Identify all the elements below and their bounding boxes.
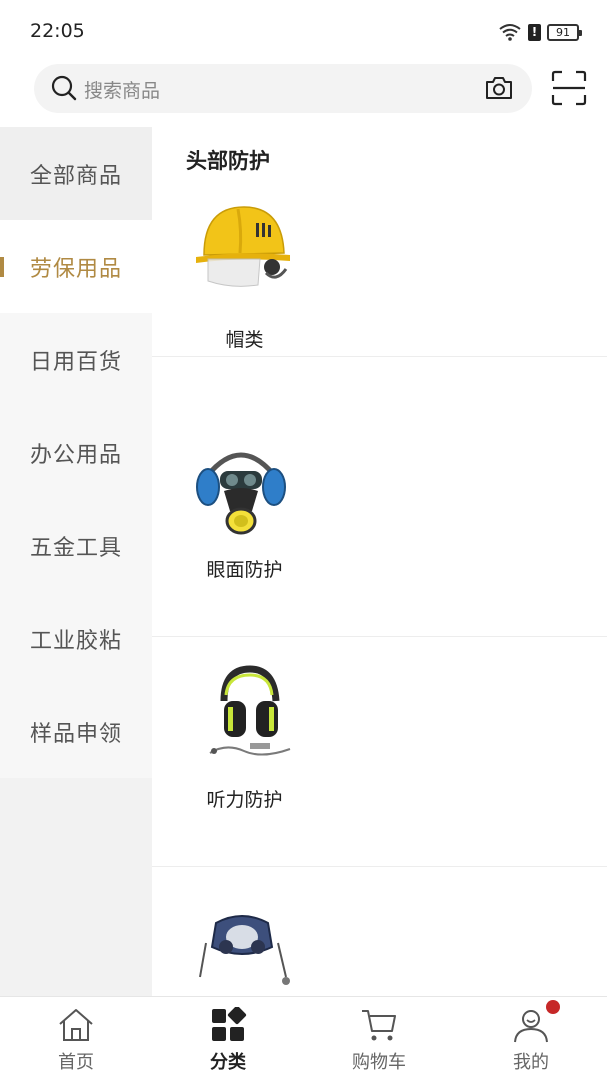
battery-icon: 91 <box>547 23 582 41</box>
scan-icon[interactable] <box>551 70 587 106</box>
tab-category[interactable]: 分类 <box>152 997 304 1080</box>
category-icon <box>212 1007 247 1041</box>
sidebar-item-label: 工业胶粘 <box>29 628 122 654</box>
profile-icon <box>514 1010 548 1043</box>
status-time: 22:05 <box>30 20 85 42</box>
category-sidebar: 全部商品 劳保用品 日用百货 办公用品 五金工具 工业胶粘 样品申领 <box>0 127 152 996</box>
bottom-tab-bar: 首页 分类 购物车 我的 <box>0 996 607 1080</box>
sidebar-item-daily-goods[interactable]: 日用百货 <box>0 313 152 406</box>
camera-icon[interactable] <box>484 75 514 101</box>
notification-badge <box>546 1000 560 1014</box>
respirator-mask-image <box>196 452 286 535</box>
safety-helmet-image <box>196 206 290 287</box>
sidebar-item-hardware[interactable]: 五金工具 <box>0 499 152 592</box>
sidebar-item-label: 劳保用品 <box>29 256 122 282</box>
alert-icon: ! <box>528 23 541 41</box>
wifi-icon <box>499 24 521 41</box>
sidebar-item-label: 办公用品 <box>29 442 122 468</box>
subcategory-card[interactable]: 眼面防护 <box>152 407 607 637</box>
sidebar-item-label: 样品申领 <box>29 721 122 747</box>
subcategory-label: 帽类 <box>225 329 264 351</box>
subcategory-card[interactable]: 帽类 <box>152 127 607 357</box>
tab-home[interactable]: 首页 <box>0 997 152 1080</box>
tab-label: 我的 <box>513 1052 549 1073</box>
subcategory-card[interactable]: 听力防护 <box>152 637 607 867</box>
status-bar: 22:05 ! 91 <box>0 0 607 64</box>
category-content: 头部防护 帽类 眼面防护 听力防护 <box>152 127 607 996</box>
tab-cart[interactable]: 购物车 <box>303 997 455 1080</box>
search-input[interactable]: 搜索商品 <box>34 64 532 113</box>
home-icon <box>59 1009 93 1041</box>
tab-label: 购物车 <box>352 1052 406 1073</box>
tab-profile[interactable]: 我的 <box>455 997 607 1080</box>
cart-icon <box>362 1010 396 1041</box>
sidebar-item-all[interactable]: 全部商品 <box>0 127 152 220</box>
status-icons: ! 91 <box>498 22 582 42</box>
sidebar-item-label: 全部商品 <box>29 163 122 189</box>
sidebar-item-samples[interactable]: 样品申领 <box>0 685 152 778</box>
half-mask-image <box>199 915 290 985</box>
tab-label: 首页 <box>58 1052 94 1073</box>
sidebar-item-label: 五金工具 <box>29 535 122 561</box>
sidebar-item-labor-protection[interactable]: 劳保用品 <box>0 220 152 313</box>
sidebar-item-label: 日用百货 <box>29 349 122 375</box>
earmuff-image <box>209 665 291 756</box>
subcategory-label: 眼面防护 <box>206 559 283 581</box>
subcategory-label: 听力防护 <box>206 789 283 811</box>
tab-label: 分类 <box>210 1052 246 1073</box>
subcategory-card[interactable] <box>152 867 607 996</box>
sidebar-item-adhesives[interactable]: 工业胶粘 <box>0 592 152 685</box>
search-icon <box>51 75 77 101</box>
sidebar-item-office[interactable]: 办公用品 <box>0 406 152 499</box>
search-placeholder: 搜索商品 <box>84 80 161 102</box>
